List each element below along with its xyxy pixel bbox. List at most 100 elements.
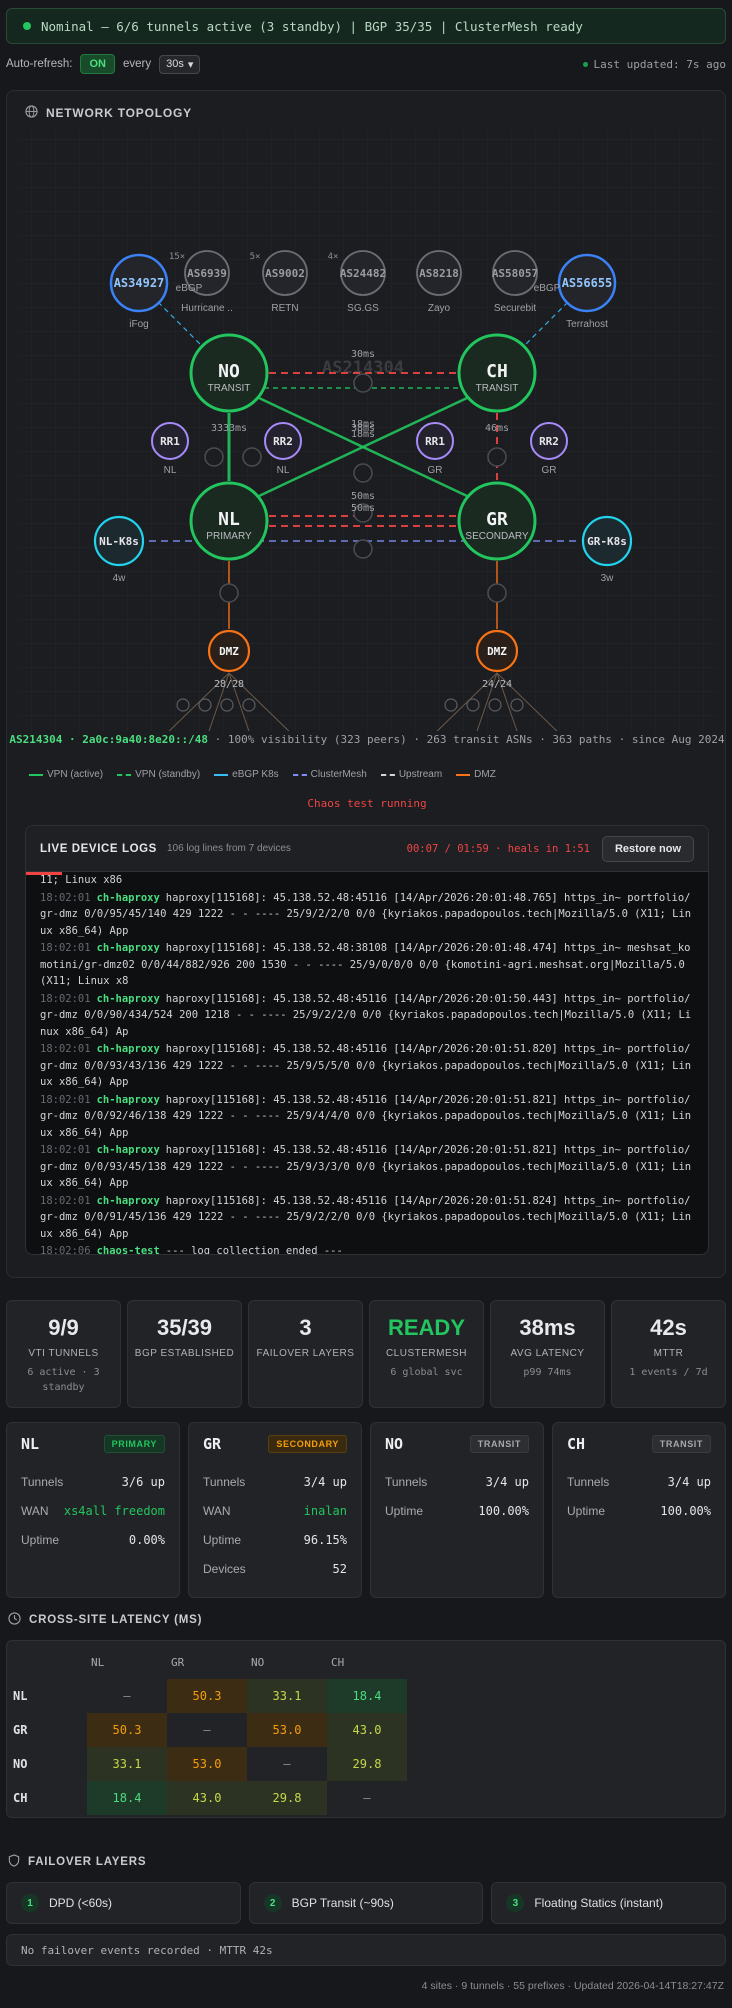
log-host: ch-haproxy [96, 1194, 160, 1207]
legend-swatch [292, 773, 307, 776]
auto-refresh-toggle[interactable]: ON [80, 54, 115, 74]
matrix-cell: 50.3 [167, 1679, 247, 1713]
log-host: ch-haproxy [96, 942, 160, 954]
latency-label: 50ms [351, 491, 375, 502]
failover-layer-label: DPD (<60s) [49, 1896, 113, 1910]
latency-label: 30ms [351, 349, 375, 360]
stat-card: 38ms AVG LATENCY p99 74ms [490, 1300, 605, 1408]
matrix-row-header: NO [13, 1757, 28, 1771]
log-body[interactable]: 11; Linux x86 18:02:01 ch-haproxy haproxy[… [26, 872, 708, 1255]
upstream-caption: Securebit [494, 303, 536, 314]
log-time: 18:02:01 [40, 1144, 91, 1156]
legend-item: DMZ [456, 769, 496, 780]
site-stat-row: WAN inalan [203, 1496, 347, 1525]
status-ok-icon [23, 22, 31, 30]
log-time: 18:02:01 [40, 1194, 91, 1207]
stat-value: 42s [650, 1315, 687, 1340]
logs-header: LIVE DEVICE LOGS 106 log lines from 7 de… [26, 826, 708, 872]
site-stat-row: Uptime 100.00% [567, 1496, 711, 1525]
site-stat-key: Uptime [385, 1503, 424, 1518]
stat-label: BGP ESTABLISHED [134, 1348, 235, 1359]
site-stat-value: 3/4 up [303, 1474, 347, 1489]
route-reflector-label: RR1 [160, 435, 180, 448]
legend-label: VPN (standby) [135, 769, 201, 780]
dmz-marker [510, 698, 524, 712]
ebgp-label: eBGP [176, 283, 203, 294]
site-stat-value: 52 [332, 1561, 347, 1576]
log-time: 18:02:01 [40, 891, 91, 904]
last-updated: Last updated: 7s ago [582, 58, 726, 71]
log-time: 18:02:06 [40, 1245, 91, 1255]
matrix-cell: — [363, 1791, 371, 1805]
matrix-column-header: NO [251, 1655, 265, 1669]
site-stat-row: Tunnels 3/4 up [385, 1467, 529, 1496]
log-line: 18:02:01 ch-haproxy haproxy[115168]: 45.13… [40, 1041, 694, 1091]
restore-now-button[interactable]: Restore now [601, 835, 694, 862]
matrix-cell: 29.8 [247, 1781, 327, 1815]
matrix-row-header: CH [13, 1791, 28, 1805]
site-stat-key: Uptime [21, 1532, 60, 1547]
clock-icon [8, 1612, 21, 1628]
site-stat-key: Uptime [567, 1503, 606, 1518]
site-stat-value: 3/4 up [667, 1474, 711, 1489]
route-reflector-label: RR2 [273, 435, 293, 448]
matrix-cell: — [203, 1723, 211, 1737]
transit-node-no-label: NO [218, 361, 240, 382]
site-stat-row: Uptime 96.15% [203, 1525, 347, 1554]
status-text: Nominal — 6/6 tunnels active (3 standby)… [41, 18, 583, 34]
log-host: ch-haproxy [96, 1043, 160, 1055]
upstream-label: AS8218 [419, 267, 459, 280]
legend-item: VPN (standby) [117, 769, 200, 780]
legend-swatch [456, 773, 471, 776]
logs-subtitle: 106 log lines from 7 devices [166, 843, 291, 854]
stat-card: 35/39 BGP ESTABLISHED [127, 1300, 242, 1408]
site-role-badge: SECONDARY [268, 1435, 347, 1453]
matrix-column-header: CH [331, 1655, 345, 1669]
dmz-marker [198, 698, 212, 712]
link-marker [204, 447, 224, 467]
matrix-row: NL — 50.3 33.1 18.4 [7, 1679, 407, 1713]
site-name: GR [203, 1435, 222, 1453]
dmz-marker [466, 698, 480, 712]
legend-swatch [29, 773, 43, 776]
topology-header: NETWORK TOPOLOGY [25, 105, 192, 121]
site-stat-value: 3/4 up [485, 1474, 529, 1489]
upstream-caption: RETN [271, 303, 298, 314]
failover-section-title: FAILOVER LAYERS [8, 1854, 146, 1870]
legend-item: VPN (active) [29, 769, 103, 780]
matrix-cell: 53.0 [247, 1713, 327, 1747]
legend-swatch [214, 773, 229, 776]
stat-label: CLUSTERMESH [385, 1348, 468, 1359]
ebgp-label: eBGP [534, 283, 561, 294]
stat-card: READY CLUSTERMESH 6 global svc [369, 1300, 484, 1408]
log-line: 18:02:01 ch-haproxy haproxy[115168]: 45.13… [40, 1193, 694, 1243]
site-stat-value: 100.00% [660, 1503, 711, 1518]
stat-label: FAILOVER LAYERS [256, 1348, 355, 1359]
site-stat-key: Tunnels [385, 1474, 428, 1489]
failover-layer-number: 2 [263, 1894, 282, 1912]
refresh-row: Auto-refresh: ON every 30s ▾ Last update… [6, 52, 726, 76]
link-marker [353, 539, 373, 559]
site-stat-row: WAN xs4all freedom [21, 1496, 165, 1525]
site-card-nl: NL PRIMARY Tunnels 3/6 up WAN xs4all freedom U… [6, 1422, 180, 1598]
log-line: 18:02:01 ch-haproxy haproxy[115168]: 45.13… [40, 890, 694, 940]
dmz-marker [220, 698, 234, 712]
legend-label: ClusterMesh [310, 769, 367, 780]
stat-subtext: 6 global svc [390, 1367, 463, 1378]
site-stat-row: Uptime 0.00% [21, 1525, 165, 1554]
site-role-badge: TRANSIT [651, 1435, 711, 1453]
log-host: ch-haproxy [96, 891, 160, 904]
matrix-cell: 33.1 [247, 1679, 327, 1713]
upstream-caption: iFog [129, 319, 148, 330]
k8s-caption: 3w [601, 573, 615, 584]
matrix-cell: 29.8 [327, 1747, 407, 1781]
latency-label: 46ms [485, 423, 509, 434]
site-stat-key: Tunnels [567, 1474, 610, 1489]
transit-node-ch-label: CH [486, 361, 508, 382]
k8s-label: NL-K8s [99, 535, 139, 548]
upstream-count: 4× [328, 252, 339, 262]
site-stat-key: WAN [21, 1503, 49, 1518]
latency-title: CROSS-SITE LATENCY (MS) [29, 1614, 203, 1626]
matrix-column-header: NL [91, 1655, 105, 1669]
interval-select[interactable]: 30s ▾ [159, 54, 201, 74]
